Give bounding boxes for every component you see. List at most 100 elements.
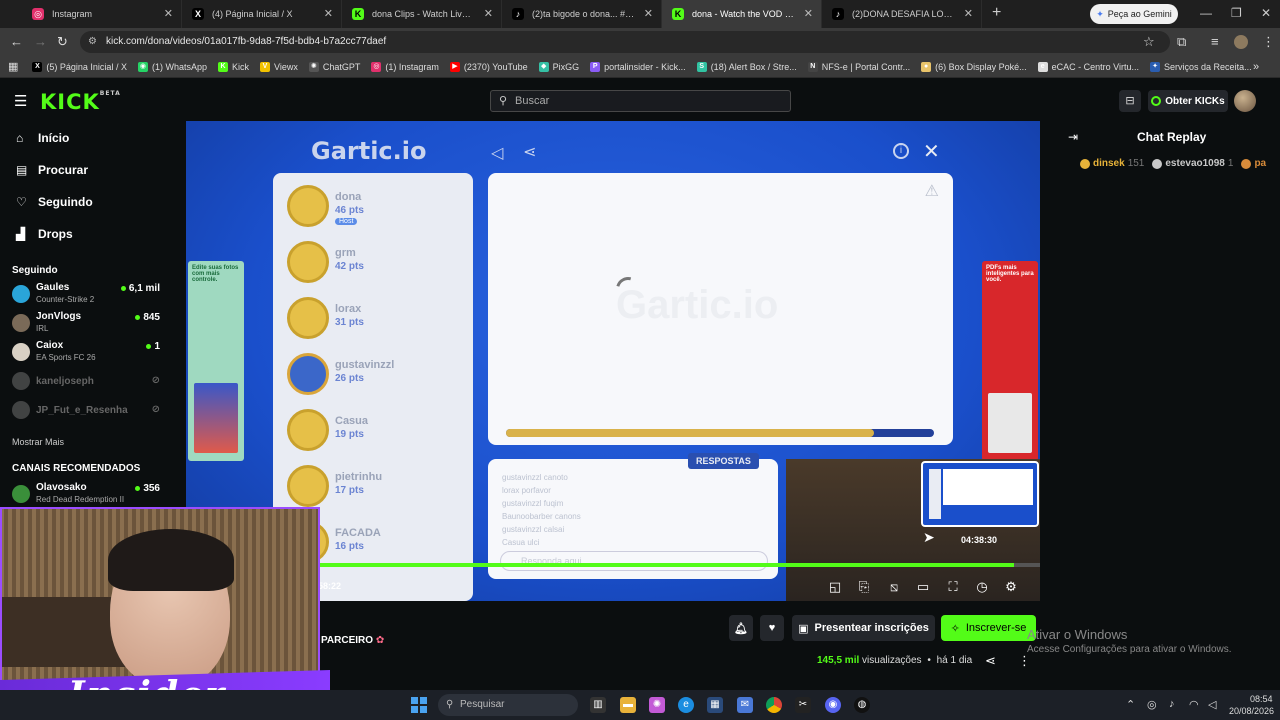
- following-channel[interactable]: JonVlogs IRL 845: [12, 311, 160, 337]
- recommended-channel[interactable]: Olavosako Red Dead Redemption II 356: [12, 482, 160, 508]
- bookmark-item[interactable]: ✦ Serviços da Receita...: [1150, 61, 1252, 72]
- chrome-icon[interactable]: [766, 697, 782, 713]
- start-button[interactable]: [411, 697, 427, 713]
- more-bookmarks-icon[interactable]: »: [1253, 61, 1259, 73]
- show-more-link[interactable]: Mostrar Mais: [12, 437, 64, 447]
- hamburger-menu-icon[interactable]: ☰: [14, 92, 27, 110]
- wifi-icon[interactable]: ◠: [1189, 698, 1199, 711]
- minimize-icon[interactable]: —: [1200, 6, 1212, 20]
- bookmark-item[interactable]: ● (6) Box Display Poké...: [921, 61, 1027, 72]
- close-tab-icon[interactable]: ✕: [964, 7, 973, 20]
- answers-panel: RESPOSTAS gustavinzzl canoto lorax porfav…: [488, 453, 778, 579]
- bookmark-item[interactable]: S (18) Alert Box / Stre...: [696, 61, 797, 72]
- layout-toggle-icon[interactable]: ⊟: [1119, 90, 1141, 112]
- captions-icon[interactable]: ▭: [915, 579, 931, 595]
- new-tab-button[interactable]: +: [982, 0, 1011, 28]
- sidebar-nav-browse[interactable]: ▤ Procurar: [16, 163, 88, 177]
- capcut-icon[interactable]: ✂: [795, 697, 811, 713]
- browser-tab[interactable]: ♪ (2)ta bigode o dona... #dona30 ✕: [502, 0, 662, 28]
- edge-icon[interactable]: e: [678, 697, 694, 713]
- copilot-icon[interactable]: ✺: [649, 697, 665, 713]
- get-kicks-button[interactable]: Obter KICKs: [1148, 90, 1228, 112]
- url-field[interactable]: ⚙ kick.com/dona/videos/01a017fb-9da8-7f5…: [80, 31, 1170, 53]
- bookmark-star-icon[interactable]: ☆: [1143, 34, 1155, 50]
- clock-date[interactable]: 20/08/2026: [1229, 706, 1274, 716]
- following-channel[interactable]: kaneljoseph ⊘: [12, 369, 160, 395]
- site-info-icon[interactable]: ⚙: [88, 31, 97, 53]
- collapse-chat-icon[interactable]: ⇥: [1068, 130, 1078, 144]
- bookmark-item[interactable]: Pportalinsider - Kick...: [590, 61, 686, 72]
- settings-gear-icon[interactable]: ⚙: [1003, 579, 1019, 595]
- reload-icon[interactable]: ↻: [57, 34, 68, 50]
- top-gifter[interactable]: dinsek 151: [1080, 158, 1144, 169]
- apps-grid-icon[interactable]: ▦: [8, 60, 18, 73]
- browser-tab[interactable]: ♪ (2)DONA DESAFIA LOUD CORI ✕: [822, 0, 982, 28]
- more-options-icon[interactable]: ⋮: [1018, 653, 1031, 669]
- close-game-icon: ✕: [923, 141, 940, 163]
- browser-tab[interactable]: Kdona - Watch the VOD on Kick ✕: [662, 0, 822, 28]
- search-input[interactable]: ⚲ Buscar: [490, 90, 791, 112]
- bookmark-label: Kick: [231, 61, 249, 72]
- microphone-icon[interactable]: ♪: [1169, 698, 1175, 710]
- following-channel[interactable]: Gaules Counter-Strike 2 6,1 mil: [12, 282, 160, 308]
- network-status-icon[interactable]: ◎: [1147, 698, 1157, 711]
- bookmark-item[interactable]: ✺ ChatGPT: [308, 61, 360, 72]
- following-channel[interactable]: Caiox EA Sports FC 26 1: [12, 340, 160, 366]
- profile-avatar[interactable]: [1234, 35, 1248, 49]
- taskbar-search[interactable]: ⚲ Pesquisar: [438, 694, 578, 716]
- bookmark-item[interactable]: N NFS-e | Portal Contr...: [807, 61, 910, 72]
- media-icon[interactable]: ≡: [1211, 34, 1219, 49]
- gemini-button[interactable]: ✦ Peça ao Gemini: [1090, 4, 1178, 24]
- close-window-icon[interactable]: ✕: [1261, 6, 1271, 20]
- sidebar-nav-home[interactable]: ⌂ Início: [16, 131, 69, 145]
- restore-icon[interactable]: ❐: [1231, 6, 1242, 20]
- sidebar-nav-drops[interactable]: ▟ Drops: [16, 227, 73, 241]
- bookmark-item[interactable]: ◎ (1) Instagram: [371, 61, 439, 72]
- gift-subs-button[interactable]: ▣ Presentear inscrições: [792, 615, 935, 641]
- task-view-icon[interactable]: ▥: [590, 697, 606, 713]
- bookmark-item[interactable]: X (5) Página Inicial / X: [32, 61, 127, 72]
- bookmark-item[interactable]: V Viewx: [260, 61, 298, 72]
- theater-icon[interactable]: ⧅: [886, 579, 902, 595]
- clip-icon[interactable]: ⎘: [856, 579, 872, 595]
- outlook-icon[interactable]: ✉: [737, 697, 753, 713]
- bookmark-item[interactable]: ◉ (1) WhatsApp: [137, 61, 207, 72]
- volume-icon[interactable]: ◁: [1208, 698, 1216, 711]
- obs-icon[interactable]: ◍: [854, 697, 870, 713]
- close-tab-icon[interactable]: ✕: [644, 7, 653, 20]
- clock-time[interactable]: 08:54: [1250, 694, 1273, 704]
- bookmark-item[interactable]: K Kick: [217, 61, 249, 72]
- file-explorer-icon[interactable]: ▬: [620, 697, 636, 713]
- follow-heart-button[interactable]: ♥: [760, 615, 784, 641]
- tray-overflow-icon[interactable]: ⌃: [1126, 698, 1135, 711]
- subscribe-button[interactable]: ✧ Inscrever-se: [941, 615, 1036, 641]
- speed-icon[interactable]: ◷: [974, 579, 990, 595]
- browser-tab[interactable]: ◎ Instagram ✕: [22, 0, 182, 28]
- browser-tab[interactable]: X (4) Página Inicial / X ✕: [182, 0, 342, 28]
- discord-icon[interactable]: ◉: [825, 697, 841, 713]
- channel-category: EA Sports FC 26: [36, 353, 96, 362]
- back-icon[interactable]: ←: [10, 34, 23, 49]
- miniplayer-icon[interactable]: ◱: [827, 579, 843, 595]
- kick-logo[interactable]: KICKBETA: [40, 90, 121, 114]
- browser-tab[interactable]: Kdona Clips - Watch Live on Kick ✕: [342, 0, 502, 28]
- fullscreen-icon[interactable]: ⛶: [945, 579, 961, 595]
- user-avatar[interactable]: [1234, 90, 1256, 112]
- close-tab-icon[interactable]: ✕: [324, 7, 333, 20]
- close-tab-icon[interactable]: ✕: [484, 7, 493, 20]
- top-gifter[interactable]: estevao1098 1: [1152, 158, 1233, 169]
- share-video-icon[interactable]: ⋖: [985, 653, 996, 669]
- close-tab-icon[interactable]: ✕: [804, 7, 813, 20]
- bookmark-item[interactable]: ◆ PixGG: [538, 61, 579, 72]
- calculator-icon[interactable]: ▦: [707, 697, 723, 713]
- menu-icon[interactable]: ⋮: [1262, 34, 1275, 50]
- extensions-icon[interactable]: ⧉: [1177, 34, 1186, 50]
- bookmark-item[interactable]: ▶ (2370) YouTube: [449, 61, 528, 72]
- notification-bell-button[interactable]: 🔔︎: [729, 615, 753, 641]
- bookmark-item[interactable]: e eCAC - Centro Virtu...: [1037, 61, 1139, 72]
- top-gifter[interactable]: pa: [1241, 158, 1266, 169]
- sidebar-nav-heart[interactable]: ♡ Seguindo: [16, 195, 93, 209]
- close-tab-icon[interactable]: ✕: [164, 7, 173, 20]
- forward-icon[interactable]: →: [34, 34, 47, 49]
- following-channel[interactable]: JP_Fut_e_Resenha ⊘: [12, 398, 160, 424]
